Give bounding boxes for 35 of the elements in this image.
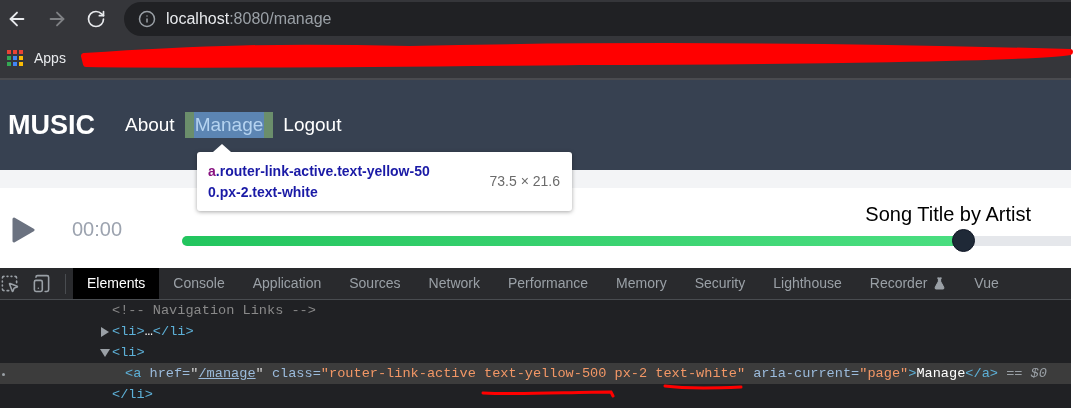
devtools-tab[interactable]: Security (680, 268, 760, 299)
url-text: localhost:8080/manage (166, 9, 332, 29)
info-icon (138, 10, 156, 28)
logo-text: MUSIC (8, 108, 95, 142)
devtools-tab[interactable]: Recorder (855, 268, 961, 299)
address-bar[interactable]: localhost:8080/manage (124, 2, 1071, 36)
nav-link[interactable]: Logout (283, 112, 342, 138)
devtools-tab[interactable]: Sources (335, 268, 415, 299)
expanded-triangle-icon[interactable] (100, 348, 110, 358)
time-text: 00:00 (72, 217, 124, 242)
bookmark-item[interactable]: Apps (7, 47, 66, 69)
progress-thumb[interactable] (951, 229, 975, 252)
collapsed-triangle-icon[interactable] (100, 327, 110, 337)
selector-text: a.router-link-active.text-yellow-500.px-2.text-white (208, 161, 431, 202)
devtools-tab[interactable]: Network (414, 268, 494, 299)
devtools-tab[interactable]: Vue (960, 268, 1013, 299)
play-icon[interactable] (12, 217, 35, 243)
reload-icon[interactable] (86, 9, 106, 29)
devtools-tab[interactable]: Memory (602, 268, 681, 299)
song-title: Song Title by Artist (865, 202, 1031, 226)
device-toolbar-icon[interactable] (32, 274, 51, 293)
size-text: 73.5 × 21.6 (489, 172, 560, 191)
devtools-tab[interactable]: Elements (73, 268, 160, 299)
apps-grid-icon (7, 50, 23, 66)
dom-node-line[interactable]: <li>…</li> (112, 321, 194, 342)
nav-link[interactable]: About (125, 112, 175, 138)
devtools-tab[interactable]: Lighthouse (759, 268, 856, 299)
inspect-icon[interactable] (0, 274, 19, 293)
row-marker-icon (2, 373, 5, 376)
devtools-tab[interactable]: Console (159, 268, 239, 299)
devtools-tab[interactable]: Application (238, 268, 336, 299)
dom-node-line[interactable]: <li> (112, 342, 145, 363)
dom-node-line[interactable]: <!-- Navigation Links --> (112, 300, 316, 321)
dom-node-line[interactable]: </li> (112, 384, 153, 405)
devtools-tab[interactable]: Performance (493, 268, 603, 299)
